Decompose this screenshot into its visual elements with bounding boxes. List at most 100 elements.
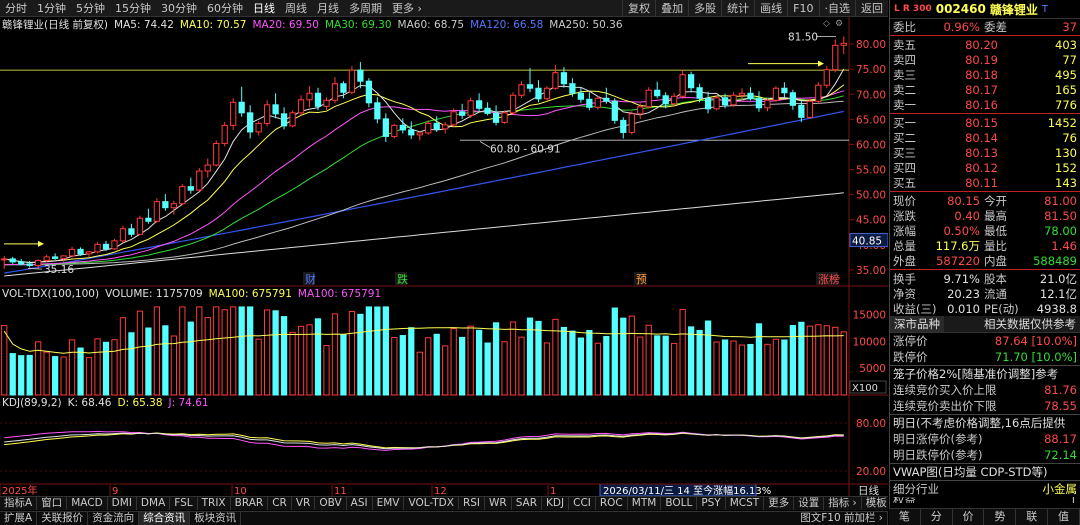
indicator-tab-8[interactable]: CR xyxy=(268,497,292,510)
candle-body xyxy=(263,104,271,124)
right-bottom-tab-2[interactable]: 价 xyxy=(953,509,985,525)
stock-header[interactable]: L R 300 002460 赣锋锂业 T xyxy=(890,0,1080,19)
indicator-tab-2[interactable]: MACD xyxy=(67,497,108,510)
period-tab-3[interactable]: 15分钟 xyxy=(110,0,156,17)
indicator-tab-7[interactable]: BRAR xyxy=(231,497,269,510)
indicator-tab-16[interactable]: SAR xyxy=(512,497,543,510)
volume-bar xyxy=(136,310,144,396)
indicator-tab-11[interactable]: ASI xyxy=(347,497,373,510)
indicator-tab-25[interactable]: 设置 xyxy=(794,497,825,510)
candle-body xyxy=(374,102,381,120)
order-price[interactable]: 80.14 xyxy=(920,131,998,145)
settings-icon[interactable]: ⚙ xyxy=(835,19,843,29)
indicator-tab-1[interactable]: 窗口 xyxy=(37,497,68,510)
candle-body xyxy=(696,87,703,99)
indicator-tab-22[interactable]: PSY xyxy=(697,497,726,510)
period-tab-10[interactable]: 更多 › xyxy=(387,0,427,17)
price-tick-label: 70.00 xyxy=(856,89,886,101)
indicator-tab-19[interactable]: ROC xyxy=(596,497,628,510)
indicator-tab-14[interactable]: RSI xyxy=(459,497,485,510)
indicator-tab-23[interactable]: MCST xyxy=(726,497,765,510)
toolbar-button-4[interactable]: 画线 xyxy=(754,0,787,17)
period-tab-2[interactable]: 5分钟 xyxy=(71,0,110,17)
indicator-tab-6[interactable]: TRIX xyxy=(198,497,231,510)
candle-body xyxy=(671,95,678,105)
order-price[interactable]: 80.15 xyxy=(920,116,998,130)
indicator-tab-10[interactable]: OBV xyxy=(315,497,347,510)
order-price[interactable]: 80.13 xyxy=(920,146,998,160)
period-tab-1[interactable]: 1分钟 xyxy=(32,0,71,17)
f10-link[interactable]: 图文F10 前加栏 › xyxy=(796,512,888,525)
toolbar-button-5[interactable]: F10 xyxy=(787,0,818,17)
stat-value: 4938.8 xyxy=(1036,301,1077,316)
indicator-tab-5[interactable]: FSL xyxy=(170,497,198,510)
right-bottom-tab-3[interactable]: 势 xyxy=(984,509,1017,525)
order-price[interactable]: 80.12 xyxy=(920,161,998,175)
toolbar-button-1[interactable]: 叠加 xyxy=(655,0,688,17)
indicator-tab-20[interactable]: MTM xyxy=(628,497,662,510)
period-indicator[interactable]: 日线 xyxy=(858,484,879,496)
event-marker[interactable]: 跌 xyxy=(395,272,408,286)
tab-market-type[interactable]: 深市品种 xyxy=(890,316,944,332)
indicator-tab-18[interactable]: CCI xyxy=(569,497,596,510)
status-tab-0[interactable]: 扩展A xyxy=(0,512,38,525)
period-tab-4[interactable]: 30分钟 xyxy=(156,0,202,17)
toolbar-button-0[interactable]: 复权 xyxy=(622,0,655,17)
event-marker[interactable]: 预 xyxy=(634,272,647,286)
indicator-tab-4[interactable]: DMA xyxy=(137,497,171,510)
toolbar-button-3[interactable]: 统计 xyxy=(721,0,754,17)
stat-label: 涨跌 xyxy=(893,208,916,223)
toolbar-button-7[interactable]: 返回 xyxy=(855,0,888,17)
event-marker[interactable]: 涨榜 xyxy=(816,272,840,286)
status-tab-3[interactable]: 综合资讯 xyxy=(139,512,191,525)
price-limit-row: 跌停价 71.70 [10.0%] xyxy=(890,349,1080,365)
diamond-icon[interactable]: ◇ xyxy=(823,19,830,29)
low-annotation: 35.16 xyxy=(44,264,74,276)
status-tab-1[interactable]: 关联报价 xyxy=(37,512,89,525)
order-price[interactable]: 80.17 xyxy=(920,83,998,97)
limit-prices: 涨停价 87.64 [10.0%] 跌停价 71.70 [10.0%] xyxy=(890,333,1080,365)
indicator-tab-0[interactable]: 指标A xyxy=(0,497,38,510)
indicator-tab-24[interactable]: 更多 xyxy=(764,497,795,510)
indicator-tab-17[interactable]: KDJ xyxy=(542,497,570,510)
kline-chart[interactable]: 80.00 75.00 70.00 65.00 60.00 55.00 50.00 45.00… xyxy=(0,17,888,496)
order-price[interactable]: 80.20 xyxy=(920,38,998,52)
right-bottom-tab-5[interactable]: 值 xyxy=(1048,509,1080,525)
order-level-label: 买五 xyxy=(893,175,916,190)
order-price[interactable]: 80.16 xyxy=(920,98,998,112)
order-price[interactable]: 80.19 xyxy=(920,53,998,67)
order-price[interactable]: 80.11 xyxy=(920,176,998,190)
status-tab-4[interactable]: 板块资讯 xyxy=(190,512,242,525)
vwap-link[interactable]: VWAP图(日均量 CDP-STD等) xyxy=(893,464,1047,480)
event-marker[interactable]: 财 xyxy=(303,272,316,286)
indicator-right-tab-1[interactable]: 模板 xyxy=(862,497,892,510)
order-price[interactable]: 80.18 xyxy=(920,68,998,82)
right-bottom-tab-4[interactable]: 联 xyxy=(1016,509,1049,525)
candle-body xyxy=(560,72,568,85)
period-tab-5[interactable]: 60分钟 xyxy=(202,0,248,17)
period-tab-0[interactable]: 分时 xyxy=(0,0,32,17)
period-tab-7[interactable]: 周线 xyxy=(280,0,312,17)
candle-body xyxy=(433,122,440,130)
period-tab-8[interactable]: 月线 xyxy=(312,0,344,17)
volume-bar xyxy=(357,313,364,396)
right-bottom-tab-0[interactable]: 笔 xyxy=(889,509,921,525)
toolbar-button-2[interactable]: 多股 xyxy=(688,0,721,17)
candle-body xyxy=(230,101,237,126)
price-limit-value: 72.14 xyxy=(1044,448,1077,462)
indicator-tab-21[interactable]: BOLL xyxy=(661,497,698,510)
period-tab-9[interactable]: 多周期 xyxy=(344,0,387,17)
indicator-tab-12[interactable]: EMV xyxy=(373,497,405,510)
industry-value[interactable]: 小金属 xyxy=(1043,481,1078,497)
indicator-tab-15[interactable]: WR xyxy=(485,497,512,510)
indicator-tab-13[interactable]: VOL-TDX xyxy=(404,497,459,510)
toolbar-button-6[interactable]: ·自选 xyxy=(818,0,856,17)
indicator-right-tab-0[interactable]: 指标 › xyxy=(824,497,862,510)
vwap-row[interactable]: VWAP图(日均量 CDP-STD等) xyxy=(890,464,1080,480)
indicator-tab-9[interactable]: VR xyxy=(292,497,316,510)
indicator-tab-3[interactable]: DMI xyxy=(108,497,137,510)
right-bottom-tab-1[interactable]: 分 xyxy=(921,509,953,525)
candle-body xyxy=(611,100,618,121)
period-tab-6[interactable]: 日线 xyxy=(248,0,280,17)
status-tab-2[interactable]: 资金流向 xyxy=(88,512,140,525)
